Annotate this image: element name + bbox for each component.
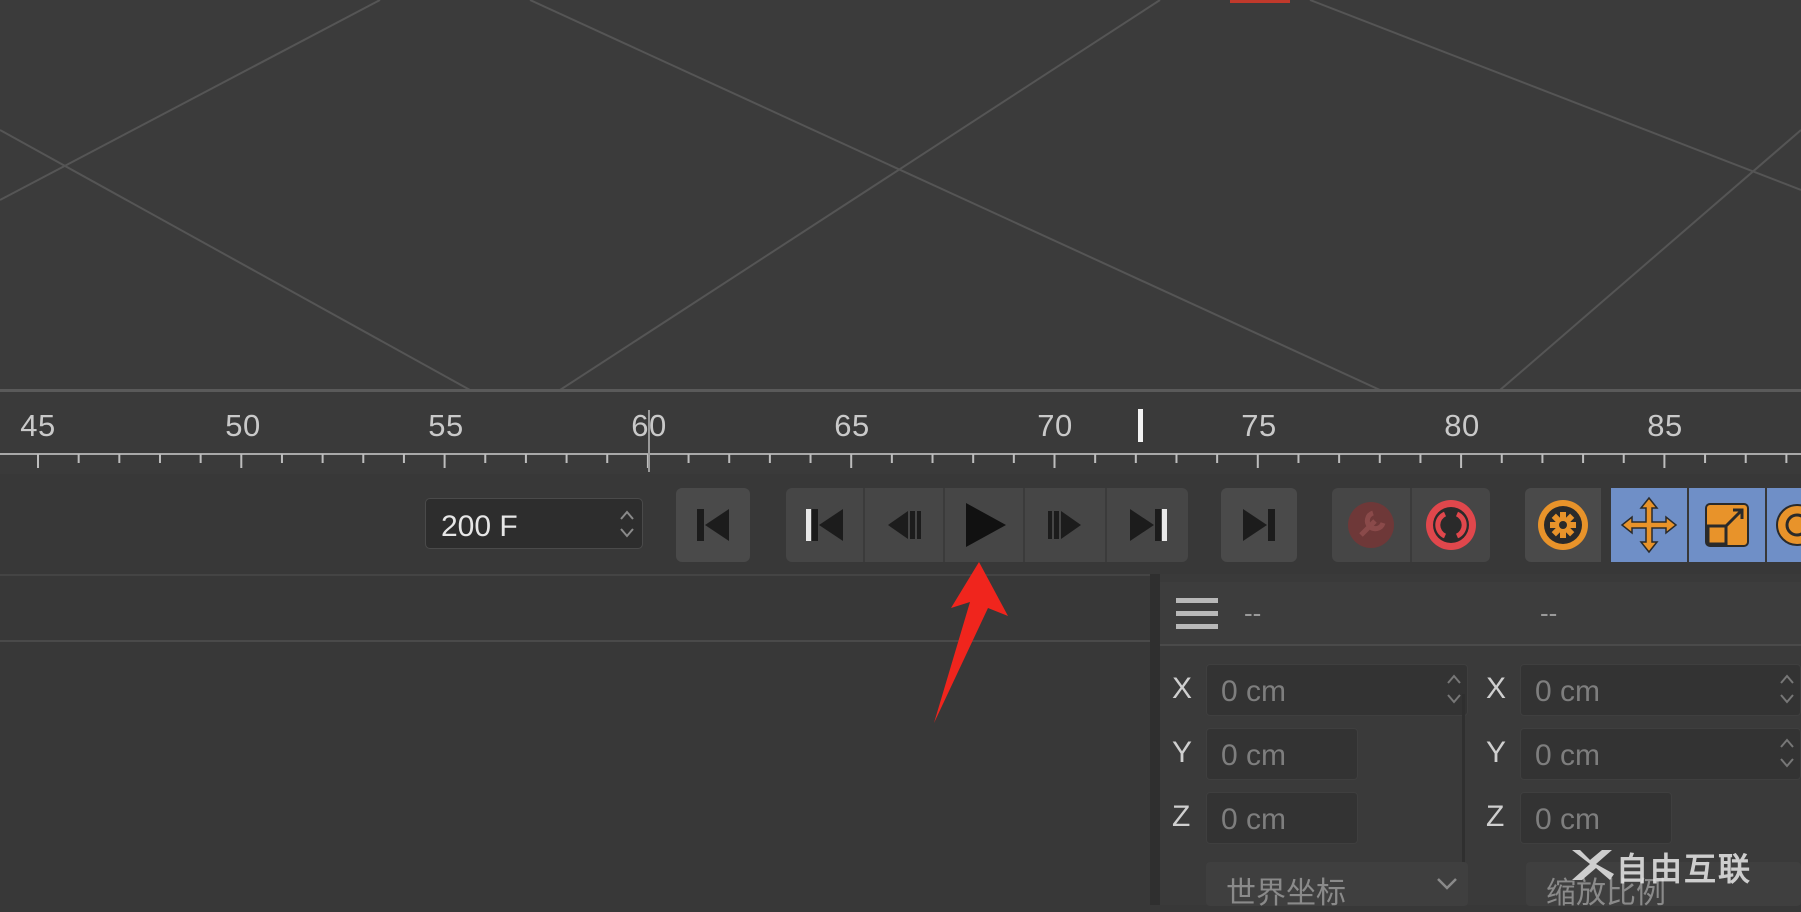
last-key-icon [1129, 509, 1167, 541]
ruler-label: 75 [1241, 408, 1277, 443]
prev-frame-icon [888, 511, 921, 539]
header-right-label: -- [1540, 598, 1558, 628]
autokey-button[interactable] [1412, 488, 1490, 562]
scale-x-field[interactable]: 0 cm [1520, 664, 1801, 716]
ruler-label: 45 [20, 408, 56, 443]
3d-viewport[interactable] [0, 0, 1801, 390]
playhead[interactable] [1138, 409, 1143, 442]
record-key-button[interactable] [1332, 488, 1410, 562]
position-z-label: Z [1172, 800, 1191, 833]
position-x-value: 0 cm [1221, 675, 1287, 708]
viewport-axis-marker [1230, 0, 1290, 3]
watermark-logo-icon [1572, 850, 1614, 880]
scale-y-field[interactable]: 0 cm [1520, 728, 1801, 780]
record-key-icon [1348, 502, 1394, 548]
hamburger-menu-icon[interactable] [1176, 596, 1220, 632]
first-key-button[interactable] [786, 488, 864, 562]
end-frame-value: 200 F [441, 510, 518, 543]
scale-z-label: Z [1486, 800, 1505, 833]
ruler-label: 55 [428, 408, 464, 443]
position-x-field[interactable]: 0 cm [1206, 664, 1468, 716]
go-to-start-button[interactable] [676, 488, 750, 562]
coord-system-dropdown[interactable]: 世界坐标 [1206, 862, 1468, 910]
position-x-label: X [1172, 672, 1193, 705]
viewport-grid [0, 0, 1801, 390]
scale-x-value: 0 cm [1535, 675, 1601, 708]
ruler-label: 70 [1037, 408, 1073, 443]
next-frame-icon [1048, 511, 1081, 539]
ruler-label: 65 [834, 408, 870, 443]
ruler-label: 80 [1444, 408, 1480, 443]
position-y-field[interactable]: 0 cm [1206, 728, 1358, 780]
prev-frame-button[interactable] [865, 488, 943, 562]
annotation-arrow [934, 562, 1008, 723]
frame-spinner-icon[interactable] [618, 506, 636, 542]
spinner-icon[interactable] [1778, 735, 1796, 771]
move-tool-button[interactable] [1611, 488, 1687, 562]
gear-icon [1538, 500, 1588, 550]
last-key-button[interactable] [1107, 488, 1188, 562]
next-frame-button[interactable] [1025, 488, 1105, 562]
watermark-text: 自由互联 [1616, 851, 1753, 887]
chevron-down-icon [1437, 878, 1457, 890]
scale-tool-button[interactable] [1689, 488, 1765, 562]
scale-y-label: Y [1486, 736, 1507, 769]
autokey-icon [1426, 500, 1476, 550]
position-y-value: 0 cm [1221, 739, 1287, 772]
scale-icon [1705, 503, 1749, 547]
scale-x-label: X [1486, 672, 1507, 705]
ruler-label: 85 [1647, 408, 1683, 443]
rotate-tool-button[interactable] [1767, 488, 1801, 562]
position-y-label: Y [1172, 736, 1193, 769]
coordinates-header: -- -- [1160, 582, 1801, 646]
end-frame-field[interactable]: 200 F [425, 498, 643, 549]
move-icon [1620, 496, 1678, 554]
rotate-icon [1776, 504, 1801, 546]
play-button[interactable] [945, 488, 1023, 562]
panel-divider[interactable] [1150, 574, 1160, 905]
timeline-ruler[interactable]: 45 50 55 60 65 70 75 80 85 [0, 392, 1801, 474]
spinner-icon[interactable] [1445, 671, 1463, 707]
go-to-start-icon [697, 509, 729, 541]
play-icon [966, 503, 1006, 547]
transport-bar: 200 F [0, 474, 1801, 574]
position-z-value: 0 cm [1221, 803, 1287, 836]
first-key-icon [806, 509, 843, 541]
go-to-end-button[interactable] [1221, 488, 1297, 562]
ruler-label: 50 [225, 408, 261, 443]
spinner-icon[interactable] [1778, 671, 1796, 707]
coord-system-value: 世界坐标 [1226, 877, 1346, 910]
scale-y-value: 0 cm [1535, 739, 1601, 772]
go-to-end-icon [1243, 509, 1275, 541]
ruler-ticks [0, 410, 1801, 472]
scale-z-value: 0 cm [1535, 803, 1601, 836]
keyframe-settings-button[interactable] [1525, 488, 1601, 562]
header-left-label: -- [1244, 598, 1262, 628]
scale-z-field[interactable]: 0 cm [1520, 792, 1672, 844]
position-z-field[interactable]: 0 cm [1206, 792, 1358, 844]
ruler-label: 60 [631, 408, 667, 443]
